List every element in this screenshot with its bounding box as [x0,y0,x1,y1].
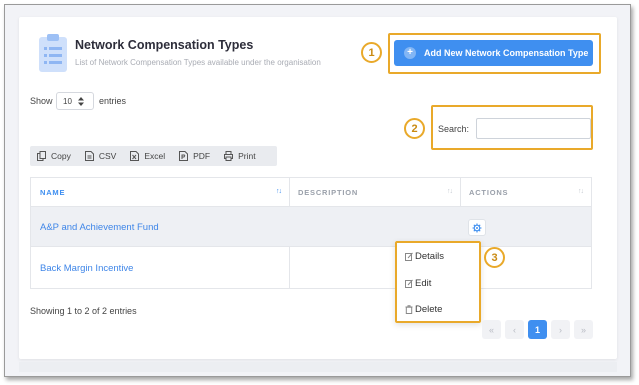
search-input[interactable] [476,118,591,139]
step-marker-2: 2 [404,118,425,139]
next-page-button[interactable]: › [551,320,570,339]
page-title: Network Compensation Types [75,38,254,52]
show-label: Show [30,96,53,106]
highlight-add-button [388,33,601,74]
column-header-name[interactable]: NAME ↑↓ [31,178,289,206]
csv-button[interactable]: CSV [78,146,123,166]
table-info: Showing 1 to 2 of 2 entries [30,306,137,316]
updown-arrow-icon [77,96,84,106]
excel-label: Excel [144,151,166,161]
highlight-actions-menu [395,241,481,323]
previous-page-button[interactable]: ‹ [505,320,524,339]
search-label: Search: [438,124,470,134]
table-header: NAME ↑↓ DESCRIPTION ↑↓ ACTIONS ↑↓ [31,178,591,207]
step-marker-1: 1 [361,42,382,63]
sort-icon: ↑↓ [276,188,282,195]
entries-select-value: 10 [63,96,72,106]
last-page-button[interactable]: » [574,320,593,339]
excel-button[interactable]: Excel [123,146,172,166]
page-button-current[interactable]: 1 [528,320,547,339]
gear-icon [472,223,482,232]
column-header-description[interactable]: DESCRIPTION ↑↓ [289,178,460,206]
column-header-actions[interactable]: ACTIONS ↑↓ [460,178,591,206]
csv-label: CSV [98,151,117,161]
row-name-link[interactable]: Back Margin Incentive [40,263,133,274]
copy-label: Copy [51,151,71,161]
csv-icon [84,151,94,161]
copy-button[interactable]: Copy [30,146,78,166]
sort-icon: ↑↓ [447,188,453,195]
print-button[interactable]: Print [217,146,262,166]
print-icon [224,151,234,161]
clipboard-icon [39,34,67,72]
page-subtitle: List of Network Compensation Types avail… [75,58,321,67]
export-toolbar: Copy CSV Excel PDF Print [30,146,277,166]
pdf-icon [179,151,189,161]
first-page-button[interactable]: « [482,320,501,339]
step-marker-3: 3 [484,247,505,268]
footer-strip [19,362,617,372]
pagination: « ‹ 1 › » [482,320,593,339]
pdf-label: PDF [193,151,211,161]
compensation-types-table: NAME ↑↓ DESCRIPTION ↑↓ ACTIONS ↑↓ A&P an… [30,177,592,289]
pdf-button[interactable]: PDF [172,146,217,166]
table-row: Back Margin Incentive [31,248,591,288]
copy-icon [37,151,46,161]
entries-per-page-select[interactable]: 10 [56,92,94,110]
table-row: A&P and Achievement Fund [31,207,591,247]
print-label: Print [238,151,256,161]
sort-icon: ↑↓ [578,188,584,195]
excel-icon [130,151,140,161]
entries-label: entries [99,96,127,106]
row-name-link[interactable]: A&P and Achievement Fund [40,222,159,233]
row-actions-button[interactable] [468,219,486,236]
